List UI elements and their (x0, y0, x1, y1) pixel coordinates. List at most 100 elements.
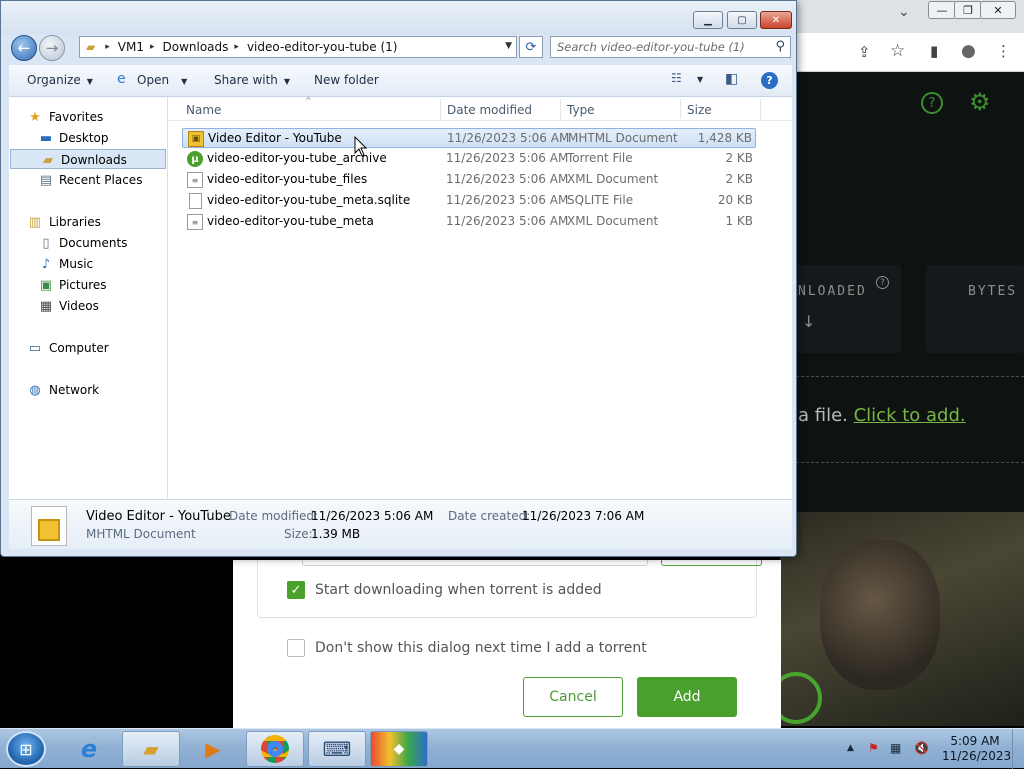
column-divider[interactable] (680, 99, 681, 119)
organize-menu[interactable]: Organize ▼ (27, 73, 93, 87)
close-button[interactable]: ✕ (760, 11, 792, 29)
nav-pictures[interactable]: ▣ Pictures (9, 275, 167, 295)
nav-music[interactable]: ♪ Music (9, 254, 167, 274)
file-size: 1,428 KB (697, 131, 752, 145)
nav-videos[interactable]: ▦ Videos (9, 296, 167, 316)
help-icon[interactable]: ? (921, 92, 943, 114)
side-panel-icon[interactable]: ▮ (930, 42, 938, 60)
view-options-icon[interactable]: ☷ (671, 71, 682, 85)
details-file-name: Video Editor - YouTube (86, 509, 231, 524)
column-divider[interactable] (440, 99, 441, 119)
back-button[interactable]: ← (11, 35, 37, 61)
dont-show-again-checkbox[interactable] (287, 639, 305, 657)
share-icon[interactable]: ⇪ (858, 43, 871, 61)
file-row-meta-xml[interactable]: ≡ video-editor-you-tube_meta 11/26/2023 … (182, 212, 756, 232)
browser-close-button[interactable]: ✕ (980, 1, 1016, 19)
taskbar-media-player[interactable]: ▶ (184, 731, 242, 767)
browse-button[interactable] (661, 560, 762, 566)
volume-muted-icon[interactable]: 🔇 (914, 741, 929, 755)
new-folder-button[interactable]: New folder (314, 73, 379, 87)
minimize-button[interactable]: ▁ (693, 11, 723, 29)
nav-label: Pictures (59, 278, 107, 292)
taskbar-keyboard-app[interactable]: ⌨ (308, 731, 366, 767)
preview-pane-icon[interactable]: ◧ (725, 71, 738, 87)
action-center-icon[interactable]: ⚑ (868, 741, 879, 755)
open-menu[interactable]: Open ▼ (137, 73, 187, 87)
nav-documents[interactable]: ▯ Documents (9, 233, 167, 253)
search-box[interactable]: ⚲ (550, 36, 791, 58)
file-size: 2 KB (725, 151, 753, 165)
browser-menu-icon[interactable]: ⋮ (996, 42, 1011, 60)
search-input[interactable] (551, 37, 761, 57)
column-date-modified[interactable]: Date modified (447, 103, 532, 117)
browser-tab-chevron-icon[interactable]: ⌄ (898, 4, 910, 20)
nav-favorites[interactable]: ★ Favorites (9, 107, 167, 127)
nav-recent-places[interactable]: ▤ Recent Places (9, 170, 167, 190)
taskbar-chrome[interactable] (246, 731, 304, 767)
taskbar-avg-antivirus[interactable]: ◆ (370, 731, 428, 767)
column-name[interactable]: Name (186, 103, 221, 117)
stat-card-bytes (926, 265, 1024, 353)
breadcrumb-downloads[interactable]: Downloads (163, 40, 229, 54)
address-bar[interactable]: ▰ ▸ VM1 ▸ Downloads ▸ video-editor-you-t… (79, 36, 517, 58)
torrent-icon: μ (187, 151, 203, 167)
file-name: video-editor-you-tube_meta.sqlite (207, 193, 411, 207)
show-hidden-icons[interactable]: ▲ (847, 743, 854, 753)
nav-label: Videos (59, 299, 99, 313)
column-divider[interactable] (760, 99, 761, 119)
profile-avatar-icon[interactable]: ● (961, 41, 976, 61)
details-size: 1.39 MB (311, 527, 361, 541)
share-with-label: Share with (214, 73, 278, 87)
search-icon[interactable]: ⚲ (775, 39, 785, 54)
maximize-button[interactable]: ▢ (727, 11, 757, 29)
taskbar: ⊞ e ▰ ▶ ⌨ ◆ ▲ ⚑ ▦ 🔇 5:09 AM 11/26/2023 (0, 728, 1024, 769)
breadcrumb-vm1[interactable]: VM1 (118, 40, 144, 54)
file-row-meta-sqlite[interactable]: video-editor-you-tube_meta.sqlite 11/26/… (182, 191, 756, 211)
file-type: XML Document (567, 214, 659, 228)
file-row-torrent-archive[interactable]: μ video-editor-you-tube_archive 11/26/20… (182, 149, 756, 169)
details-pane: Video Editor - YouTube MHTML Document Da… (9, 499, 792, 549)
nav-libraries[interactable]: ▥ Libraries (9, 212, 167, 232)
browser-minimize-button[interactable]: — (928, 1, 956, 19)
forward-button[interactable]: → (39, 35, 65, 61)
start-button[interactable]: ⊞ (6, 731, 46, 767)
save-path-field[interactable] (302, 560, 648, 566)
breadcrumb-current-folder[interactable]: video-editor-you-tube (1) (247, 40, 398, 54)
navigation-pane: ★ Favorites ▬ Desktop ▰ Downloads ▤ Recent P… (9, 97, 168, 499)
click-to-add-link[interactable]: Click to add. (854, 405, 966, 426)
view-dropdown-icon[interactable]: ▼ (697, 75, 703, 84)
file-date: 11/26/2023 5:06 AM (446, 214, 569, 228)
nav-label: Desktop (59, 131, 109, 145)
cancel-button[interactable]: Cancel (523, 677, 623, 717)
taskbar-windows-explorer[interactable]: ▰ (122, 731, 180, 767)
file-row-video-editor-youtube[interactable]: ▣ Video Editor - YouTube 11/26/2023 5:06… (182, 128, 756, 148)
clock-time: 5:09 AM (950, 734, 1000, 748)
network-tray-icon[interactable]: ▦ (890, 741, 901, 755)
column-divider[interactable] (560, 99, 561, 119)
chrome-icon (261, 735, 289, 763)
column-headers: ^ Name Date modified Type Size (168, 96, 792, 121)
settings-gear-icon[interactable]: ⚙ (969, 88, 991, 116)
add-button[interactable]: Add (637, 677, 737, 717)
address-dropdown-icon[interactable]: ▼ (505, 41, 512, 51)
file-size: 2 KB (725, 172, 753, 186)
start-downloading-label: Start downloading when torrent is added (315, 582, 602, 598)
column-type[interactable]: Type (567, 103, 595, 117)
file-row-files-xml[interactable]: ≡ video-editor-you-tube_files 11/26/2023… (182, 170, 756, 190)
show-desktop-button[interactable] (1012, 729, 1024, 769)
help-icon[interactable]: ? (761, 72, 778, 89)
column-size[interactable]: Size (687, 103, 712, 117)
clock[interactable]: 5:09 AM 11/26/2023 (942, 734, 1011, 764)
refresh-icon: ⟳ (525, 39, 537, 55)
nav-network[interactable]: ◍ Network (9, 380, 167, 400)
share-with-menu[interactable]: Share with ▼ (214, 73, 290, 87)
nav-computer[interactable]: ▭ Computer (9, 338, 167, 358)
nav-downloads[interactable]: ▰ Downloads (10, 149, 166, 169)
nav-desktop[interactable]: ▬ Desktop (9, 128, 167, 148)
taskbar-internet-explorer[interactable]: e (60, 731, 118, 767)
start-downloading-checkbox[interactable]: ✓ (287, 581, 305, 599)
refresh-button[interactable]: ⟳ (519, 36, 543, 58)
bookmark-star-icon[interactable]: ☆ (890, 41, 905, 61)
organize-label: Organize (27, 73, 81, 87)
browser-restore-button[interactable]: ❐ (954, 1, 982, 19)
